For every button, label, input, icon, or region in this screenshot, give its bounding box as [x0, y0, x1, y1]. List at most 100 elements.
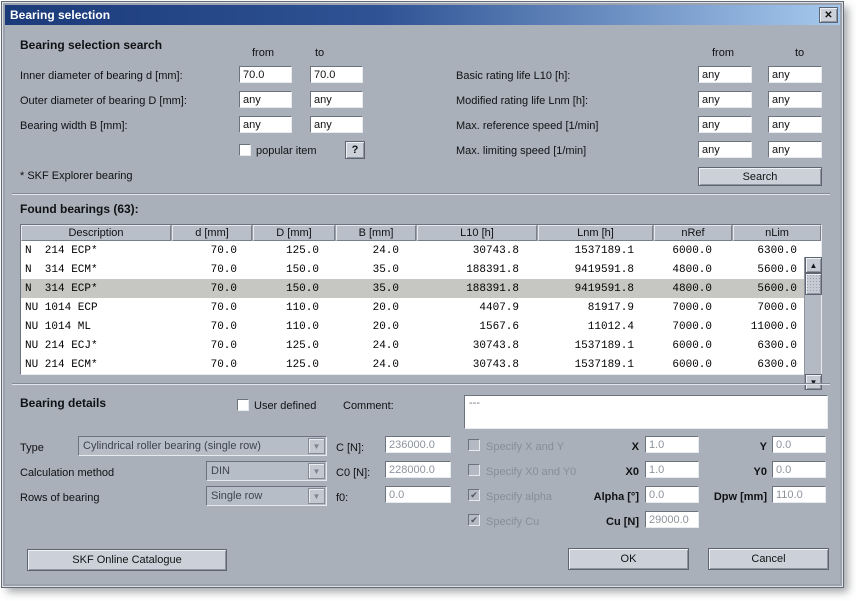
- basic-rating-life-label: Basic rating life L10 [h]:: [456, 70, 571, 82]
- skf-explorer-note: * SKF Explorer bearing: [20, 170, 133, 182]
- outer-diameter-label: Outer diameter of bearing D [mm]:: [20, 95, 187, 107]
- table-row-selected[interactable]: N 314 ECP* 70.0 150.0 35.0 188391.8 9419591.8…: [21, 279, 821, 298]
- combo-arrow-icon[interactable]: ▼: [308, 438, 325, 454]
- dpw-label: Dpw [mm]: [713, 491, 767, 503]
- table-row[interactable]: NU 1014 ML 70.0 110.0 20.0 1567.6 11012.4 7000…: [21, 317, 821, 336]
- found-bearings-heading: Found bearings (63):: [20, 202, 139, 216]
- to-column-label-left: to: [315, 47, 325, 59]
- popular-item-label: popular item: [256, 145, 317, 157]
- close-icon: ✕: [824, 9, 833, 21]
- table-row[interactable]: N 214 ECP* 70.0 125.0 24.0 30743.8 1537189.1 6…: [21, 241, 821, 260]
- max-limiting-speed-from-input[interactable]: [698, 141, 752, 158]
- c-input[interactable]: [385, 436, 451, 453]
- combo-arrow-icon[interactable]: ▼: [308, 488, 325, 504]
- specify-alpha-checkbox[interactable]: ✔: [468, 489, 480, 501]
- column-header-L10[interactable]: L10 [h]: [417, 225, 537, 241]
- vertical-scrollbar[interactable]: ▲ ▼: [804, 257, 822, 390]
- specify-x0y0-checkbox[interactable]: [468, 464, 480, 476]
- bearing-width-to-input[interactable]: [310, 116, 363, 133]
- type-dropdown[interactable]: Cylindrical roller bearing (single row) …: [78, 436, 327, 456]
- inner-diameter-from-input[interactable]: [239, 66, 292, 83]
- scroll-down-icon: ▼: [809, 377, 818, 387]
- user-defined-checkbox[interactable]: [237, 399, 249, 411]
- results-table: Description d [mm] D [mm] B [mm] L10 [h]…: [20, 224, 822, 390]
- bearing-width-from-input[interactable]: [239, 116, 292, 133]
- results-table-body: N 214 ECP* 70.0 125.0 24.0 30743.8 1537189.1 6…: [21, 241, 822, 390]
- bearing-width-label: Bearing width B [mm]:: [20, 120, 128, 132]
- dpw-input[interactable]: [772, 486, 826, 503]
- modified-rating-life-from-input[interactable]: [698, 91, 752, 108]
- y-input[interactable]: [772, 436, 826, 453]
- from-column-label-right: from: [712, 47, 734, 59]
- f0-label: f0:: [336, 492, 349, 504]
- max-limiting-speed-to-input[interactable]: [768, 141, 822, 158]
- y0-label: Y0: [753, 466, 767, 478]
- y0-input[interactable]: [772, 461, 826, 478]
- user-defined-label: User defined: [254, 400, 317, 412]
- rows-of-bearing-label: Rows of bearing: [20, 492, 100, 504]
- outer-diameter-to-input[interactable]: [310, 91, 363, 108]
- search-button[interactable]: Search: [698, 167, 822, 186]
- popular-item-checkbox[interactable]: [239, 144, 251, 156]
- specify-xy-label: Specify X and Y: [486, 441, 565, 453]
- max-reference-speed-to-input[interactable]: [768, 116, 822, 133]
- inner-diameter-label: Inner diameter of bearing d [mm]:: [20, 70, 183, 82]
- table-row[interactable]: NU 1014 ECP 70.0 110.0 20.0 4407.9 81917.9 700…: [21, 298, 821, 317]
- specify-x0y0-label: Specify X0 and Y0: [486, 466, 577, 478]
- comment-input[interactable]: ---: [464, 395, 828, 429]
- checkmark-icon: ✔: [470, 514, 478, 525]
- table-row[interactable]: NU 214 ECM* 70.0 125.0 24.0 30743.8 1537189.1…: [21, 355, 821, 374]
- ok-button[interactable]: OK: [568, 548, 689, 570]
- results-table-header: Description d [mm] D [mm] B [mm] L10 [h]…: [21, 225, 821, 241]
- basic-rating-life-to-input[interactable]: [768, 66, 822, 83]
- specify-xy-checkbox[interactable]: [468, 439, 480, 451]
- column-header-description[interactable]: Description: [21, 225, 171, 241]
- f0-input[interactable]: [385, 486, 451, 503]
- from-column-label-left: from: [252, 47, 274, 59]
- scroll-up-button[interactable]: ▲: [805, 257, 822, 273]
- specify-cu-checkbox[interactable]: ✔: [468, 514, 480, 526]
- modified-rating-life-label: Modified rating life Lnm [h]:: [456, 95, 589, 107]
- question-mark-icon: ?: [351, 144, 359, 156]
- skf-online-catalogue-button[interactable]: SKF Online Catalogue: [27, 549, 227, 571]
- column-header-Lnm[interactable]: Lnm [h]: [538, 225, 653, 241]
- max-reference-speed-from-input[interactable]: [698, 116, 752, 133]
- x-label: X: [631, 441, 639, 453]
- help-button[interactable]: ?: [345, 141, 365, 159]
- y-label: Y: [759, 441, 767, 453]
- to-column-label-right: to: [795, 47, 805, 59]
- specify-alpha-label: Specify alpha: [486, 491, 553, 503]
- window-title: Bearing selection: [10, 8, 111, 22]
- alpha-label: Alpha [°]: [593, 491, 639, 503]
- specify-cu-label: Specify Cu: [486, 516, 540, 528]
- x0-input[interactable]: [645, 461, 699, 478]
- scrollbar-thumb[interactable]: [805, 273, 822, 295]
- column-header-B[interactable]: B [mm]: [336, 225, 416, 241]
- inner-diameter-to-input[interactable]: [310, 66, 363, 83]
- bearing-selection-dialog: Bearing selection ✕ Bearing selection se…: [2, 2, 843, 587]
- modified-rating-life-to-input[interactable]: [768, 91, 822, 108]
- max-reference-speed-label: Max. reference speed [1/min]: [456, 120, 599, 132]
- outer-diameter-from-input[interactable]: [239, 91, 292, 108]
- c-label: C [N]:: [336, 442, 365, 454]
- calculation-method-dropdown[interactable]: DIN ▼: [206, 461, 327, 481]
- close-button[interactable]: ✕: [819, 7, 838, 23]
- combo-arrow-icon[interactable]: ▼: [308, 463, 325, 479]
- c0-input[interactable]: [385, 461, 451, 478]
- cu-input[interactable]: [645, 511, 699, 528]
- c0-label: C0 [N]:: [336, 467, 371, 479]
- table-row[interactable]: NU 214 ECJ* 70.0 125.0 24.0 30743.8 1537189.1…: [21, 336, 821, 355]
- type-label: Type: [20, 442, 44, 454]
- basic-rating-life-from-input[interactable]: [698, 66, 752, 83]
- scroll-down-button[interactable]: ▼: [805, 374, 822, 390]
- rows-of-bearing-dropdown[interactable]: Single row ▼: [206, 486, 327, 506]
- x-input[interactable]: [645, 436, 699, 453]
- column-header-nLim[interactable]: nLim: [733, 225, 821, 241]
- table-row[interactable]: N 314 ECM* 70.0 150.0 35.0 188391.8 9419591.8…: [21, 260, 821, 279]
- column-header-d[interactable]: d [mm]: [172, 225, 252, 241]
- column-header-nRef[interactable]: nRef: [654, 225, 732, 241]
- scroll-up-icon: ▲: [809, 260, 818, 270]
- title-bar[interactable]: Bearing selection ✕: [5, 5, 840, 25]
- column-header-D[interactable]: D [mm]: [253, 225, 335, 241]
- cancel-button[interactable]: Cancel: [708, 548, 829, 570]
